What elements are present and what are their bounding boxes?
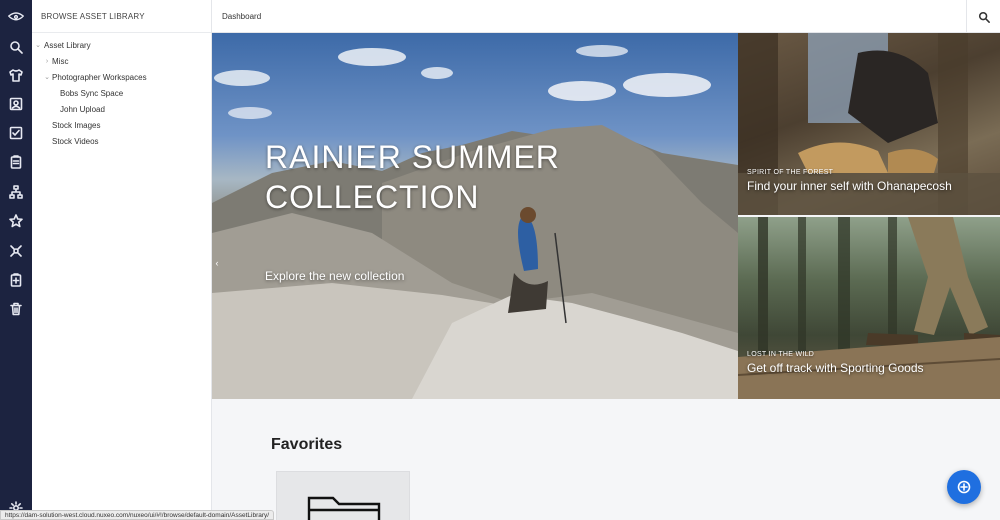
star-icon[interactable] xyxy=(6,211,26,231)
status-bar-url: https://dam-solution-west.cloud.nuxeo.co… xyxy=(0,510,275,520)
tree-item-label[interactable]: Misc xyxy=(52,55,68,69)
card-headline[interactable]: Find your inner self with Ohanapecosh xyxy=(747,179,952,193)
trash-icon[interactable] xyxy=(6,299,26,319)
tree-item-label[interactable]: Photographer Workspaces xyxy=(52,71,147,85)
shirt-icon[interactable] xyxy=(6,65,26,85)
tree-item-photographer-workspaces[interactable]: ⌄ Photographer Workspaces xyxy=(32,71,211,87)
search-button[interactable] xyxy=(966,0,1000,33)
tree-item-label[interactable]: John Upload xyxy=(60,103,105,117)
nuxeo-logo-icon[interactable] xyxy=(6,7,26,27)
search-icon[interactable] xyxy=(6,37,26,57)
favorites-title: Favorites xyxy=(271,436,343,453)
card-headline[interactable]: Get off track with Sporting Goods xyxy=(747,361,924,375)
favorite-item-tile[interactable] xyxy=(276,471,410,520)
carousel-prev-icon[interactable]: ‹ xyxy=(212,257,222,269)
breadcrumb: Dashboard xyxy=(222,12,262,21)
promo-card-wild[interactable]: LOST IN THE WILD Get off track with Spor… xyxy=(738,217,1000,399)
card-kicker: SPIRIT OF THE FOREST xyxy=(747,169,834,176)
card-kicker: LOST IN THE WILD xyxy=(747,351,815,358)
tree-item-label[interactable]: Asset Library xyxy=(44,39,91,53)
hierarchy-icon[interactable] xyxy=(6,182,26,202)
tree-item-john-upload[interactable]: John Upload xyxy=(32,103,211,119)
browse-tree-panel: BROWSE ASSET LIBRARY ⌄ Asset Library › M… xyxy=(32,0,212,520)
left-icon-rail xyxy=(0,0,32,520)
clipboard-check-icon[interactable] xyxy=(6,270,26,290)
tree-item-label[interactable]: Bobs Sync Space xyxy=(60,87,123,101)
add-circle-icon xyxy=(957,480,971,494)
tree-panel-title: BROWSE ASSET LIBRARY xyxy=(32,0,211,33)
collections-icon[interactable] xyxy=(6,241,26,261)
tree-item-stock-videos[interactable]: Stock Videos xyxy=(32,135,211,151)
tree-item-stock-images[interactable]: Stock Images xyxy=(32,119,211,135)
search-icon xyxy=(978,11,990,23)
clipboard-icon[interactable] xyxy=(6,152,26,172)
promo-card-forest[interactable]: SPIRIT OF THE FOREST Find your inner sel… xyxy=(738,33,1000,215)
chevron-down-icon[interactable]: ⌄ xyxy=(34,39,42,53)
app-window: BROWSE ASSET LIBRARY ⌄ Asset Library › M… xyxy=(0,0,1000,520)
hero-banner[interactable]: RAINIER SUMMER COLLECTION Explore the ne… xyxy=(212,33,738,399)
add-button[interactable] xyxy=(947,470,981,504)
tree-item-label[interactable]: Stock Images xyxy=(52,119,100,133)
checkbox-icon[interactable] xyxy=(6,123,26,143)
contact-card-icon[interactable] xyxy=(6,94,26,114)
folder-icon xyxy=(307,496,381,520)
tree-item-asset-library[interactable]: ⌄ Asset Library xyxy=(32,39,211,55)
hero-title: RAINIER SUMMER COLLECTION xyxy=(265,139,560,215)
hero-subtitle[interactable]: Explore the new collection xyxy=(265,269,404,283)
tree-item-misc[interactable]: › Misc xyxy=(32,55,211,71)
top-bar: Dashboard xyxy=(212,0,1000,33)
chevron-down-icon[interactable]: ⌄ xyxy=(43,71,51,85)
asset-tree: ⌄ Asset Library › Misc ⌄ Photographer Wo… xyxy=(32,33,211,151)
tree-item-label[interactable]: Stock Videos xyxy=(52,135,99,149)
tree-item-bobs-sync-space[interactable]: Bobs Sync Space xyxy=(32,87,211,103)
chevron-right-icon[interactable]: › xyxy=(43,55,51,69)
